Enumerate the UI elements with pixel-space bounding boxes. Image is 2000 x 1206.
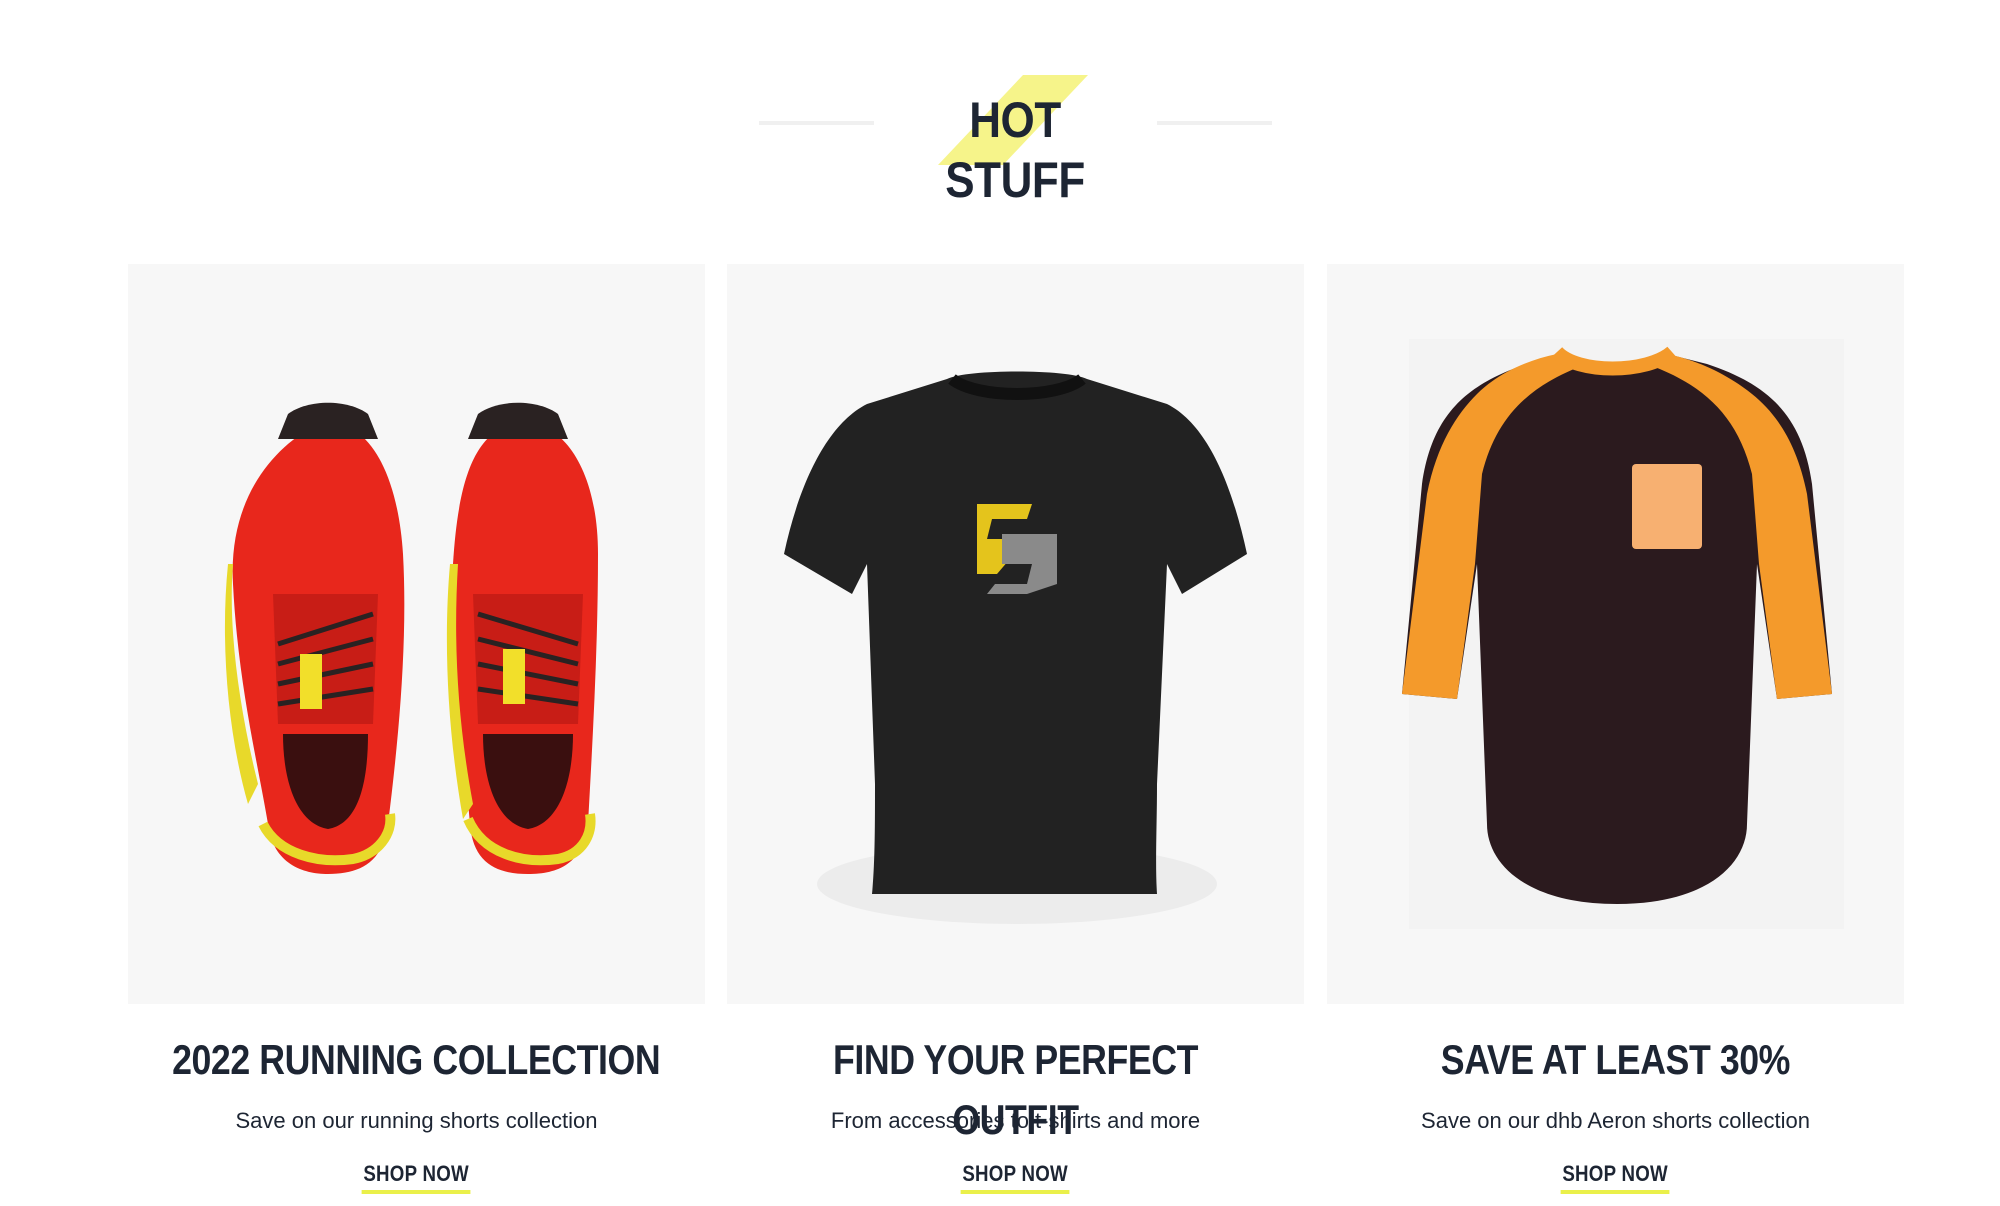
section-title: HOT STUFF [945, 92, 1085, 208]
card-subtitle: Save on our running shorts collection [235, 1108, 598, 1133]
promo-card-running[interactable]: 2022 RUNNING COLLECTION Save on our runn… [128, 264, 705, 1206]
red-running-shoes-icon [224, 402, 598, 874]
header-divider-left [759, 121, 874, 125]
shop-now-link[interactable]: SHOP NOW [960, 1158, 1070, 1194]
card-title[interactable]: 2022 RUNNING COLLECTION [128, 1030, 705, 1090]
header-divider-right [1157, 121, 1272, 125]
card-subtitle: Save on our dhb Aeron shorts collection [1421, 1108, 1810, 1133]
raglan-shirt-icon [1402, 339, 1844, 929]
card-subtitle: From accessories to t-shirts and more [830, 1108, 1201, 1133]
shop-now-link-wrap: SHOP NOW [1327, 1158, 1904, 1198]
promo-card-outfit[interactable]: FIND YOUR PERFECT OUTFIT From accessorie… [727, 264, 1304, 1206]
section-header: HOT STUFF [0, 0, 2000, 208]
shop-now-link[interactable]: SHOP NOW [1560, 1158, 1670, 1194]
shop-now-link-wrap: SHOP NOW [727, 1158, 1304, 1198]
black-tshirt-icon [784, 371, 1247, 924]
raglan-shirt-image[interactable] [1327, 264, 1904, 1004]
shop-now-link[interactable]: SHOP NOW [361, 1158, 471, 1194]
running-shoes-image[interactable] [128, 264, 705, 1004]
card-title[interactable]: SAVE AT LEAST 30% [1327, 1030, 1904, 1090]
black-tshirt-image[interactable] [727, 264, 1304, 1004]
promo-card-sale[interactable]: SAVE AT LEAST 30% Save on our dhb Aeron … [1327, 264, 1904, 1206]
shop-now-link-wrap: SHOP NOW [128, 1158, 705, 1198]
